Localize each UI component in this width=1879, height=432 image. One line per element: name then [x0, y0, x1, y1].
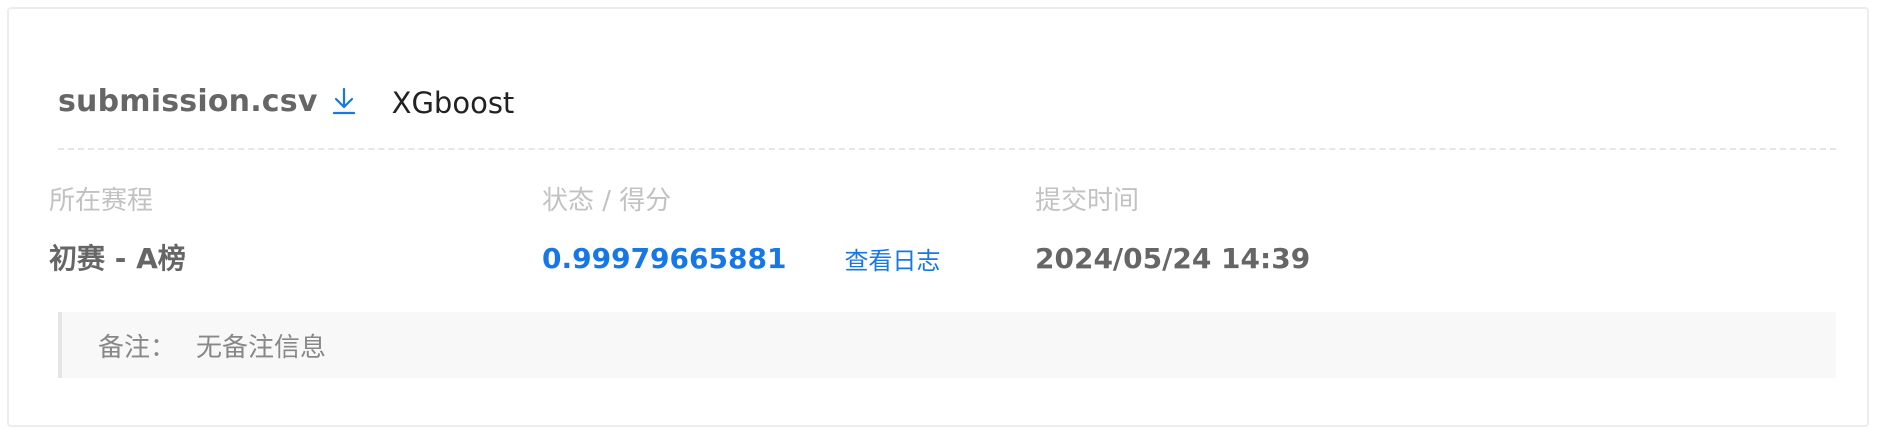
model-name: XGboost	[391, 86, 515, 120]
time-label: 提交时间	[1035, 186, 1140, 216]
stage-value: 初赛 - A榜	[49, 242, 186, 275]
note-box: 备注： 无备注信息	[58, 312, 1836, 378]
header-divider	[58, 148, 1836, 150]
submission-filename: submission.csv	[58, 83, 318, 119]
submission-card: submission.csv XGboost 所在赛程 初赛 - A榜 状态 /…	[7, 7, 1869, 427]
status-value: 0.99979665881 查看日志	[542, 239, 940, 279]
download-button[interactable]	[330, 84, 358, 118]
time-column: 提交时间 2024/05/24 14:39	[1035, 181, 1310, 279]
stage-column: 所在赛程 初赛 - A榜	[49, 181, 186, 279]
note-text: 无备注信息	[196, 332, 327, 363]
submission-header: submission.csv XGboost	[58, 76, 514, 126]
note-label: 备注：	[98, 332, 177, 363]
score-value: 0.99979665881	[542, 242, 787, 275]
stage-label: 所在赛程	[49, 186, 154, 216]
download-icon	[332, 87, 355, 115]
time-value: 2024/05/24 14:39	[1035, 242, 1311, 275]
status-label: 状态 / 得分	[542, 186, 672, 216]
status-column: 状态 / 得分 0.99979665881 查看日志	[542, 181, 940, 279]
view-log-link[interactable]: 查看日志	[844, 237, 940, 281]
